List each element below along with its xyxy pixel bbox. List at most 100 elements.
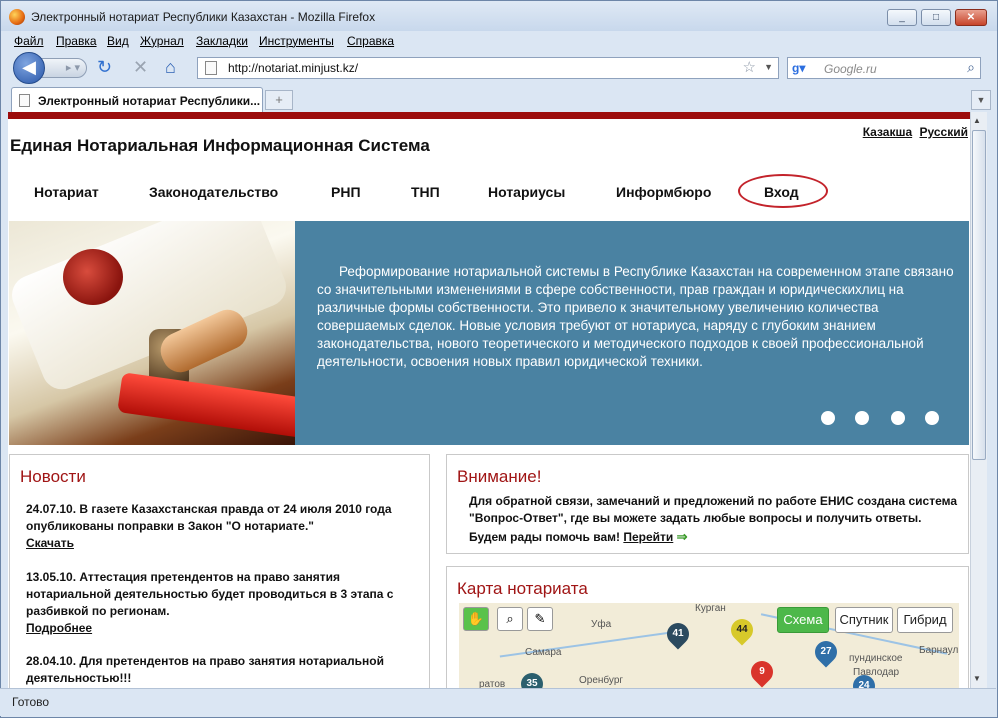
page-content: Казакша Русский Единая Нотариальная Инфо…: [8, 112, 970, 688]
nav-infobureau[interactable]: Информбюро: [616, 184, 711, 200]
marker-count: 9: [759, 666, 765, 677]
attention-cta-prefix: Будем рады помочь вам!: [469, 530, 621, 544]
scroll-up-icon[interactable]: ▲: [973, 116, 981, 125]
language-switcher: Казакша Русский: [859, 125, 968, 139]
new-tab-button[interactable]: +: [265, 90, 293, 110]
attention-panel: Внимание! Для обратной связи, замечаний …: [446, 454, 969, 554]
login-highlight: [738, 174, 828, 208]
url-text[interactable]: http://notariat.minjust.kz/: [228, 61, 358, 75]
map-label: Уфа: [591, 619, 612, 630]
lang-russian-link[interactable]: Русский: [920, 125, 969, 139]
menu-help[interactable]: Справка: [347, 34, 394, 48]
search-placeholder[interactable]: Google.ru: [824, 62, 877, 76]
map-canvas[interactable]: Курган Уфа Самара Оренбург Барнаул Павло…: [459, 603, 959, 688]
news-item: 13.05.10. Аттестация претендентов на пра…: [26, 569, 418, 637]
news-item-text: 13.05.10. Аттестация претендентов на пра…: [26, 570, 394, 618]
news-item: 28.04.10. Для претендентов на право заня…: [26, 653, 418, 687]
menu-file[interactable]: Файл: [14, 34, 44, 48]
stop-icon[interactable]: ✕: [133, 57, 148, 78]
scroll-thumb[interactable]: [972, 130, 986, 460]
status-bar: Готово: [0, 688, 996, 716]
search-bar[interactable]: g▾ Google.ru ⌕: [787, 57, 981, 79]
attention-heading: Внимание!: [457, 467, 542, 486]
map-type-hybrid[interactable]: Гибрид: [897, 607, 953, 633]
nav-notaries[interactable]: Нотариусы: [488, 184, 565, 200]
attention-cta: Будем рады помочь вам! Перейти ⇒: [469, 529, 688, 545]
site-title: Единая Нотариальная Информационная Систе…: [10, 136, 430, 155]
banner: Реформирование нотариальной системы в Ре…: [9, 221, 969, 445]
marker-count: 35: [526, 678, 538, 688]
map-type-satellite[interactable]: Спутник: [835, 607, 893, 633]
bookmark-star-icon[interactable]: ☆: [743, 58, 756, 76]
reload-icon[interactable]: ↻: [97, 57, 112, 78]
attention-text: Для обратной связи, замечаний и предложе…: [469, 494, 958, 525]
page-icon: [205, 61, 217, 75]
wax-seal-graphic: [63, 249, 123, 305]
arrow-right-icon: ⇒: [676, 529, 688, 544]
minimize-button[interactable]: _: [887, 9, 917, 26]
nav-notariat[interactable]: Нотариат: [34, 184, 99, 200]
nav-tnp[interactable]: ТНП: [411, 184, 440, 200]
tab-list-icon[interactable]: ▼: [971, 90, 991, 110]
map-label: пундинское: [849, 653, 903, 664]
url-bar[interactable]: http://notariat.minjust.kz/ ☆ ▼: [197, 57, 779, 79]
news-item-text: 24.07.10. В газете Казахстанская правда …: [26, 502, 392, 533]
vertical-scrollbar[interactable]: ▲ ▼: [970, 112, 987, 688]
wax-stick-graphic: [117, 372, 295, 440]
news-item: 24.07.10. В газете Казахстанская правда …: [26, 501, 418, 552]
window-title: Электронный нотариат Республики Казахста…: [31, 10, 376, 24]
banner-text: Реформирование нотариальной системы в Ре…: [317, 264, 954, 369]
nav-legislation[interactable]: Законодательство: [149, 184, 278, 200]
menu-edit[interactable]: Правка: [56, 34, 97, 48]
menu-bar: Файл Правка Вид Журнал Закладки Инструме…: [1, 31, 997, 51]
title-bar: Электронный нотариат Республики Казахста…: [1, 1, 997, 31]
menu-view[interactable]: Вид: [107, 34, 129, 48]
lang-kazakh-link[interactable]: Казакша: [863, 125, 912, 139]
tab-title: Электронный нотариат Республики...: [38, 94, 261, 108]
map-marker[interactable]: 9: [746, 656, 778, 688]
map-marker[interactable]: 35: [516, 668, 548, 688]
news-more-link[interactable]: Подробнее: [26, 620, 418, 637]
firefox-icon: [9, 9, 25, 25]
google-icon[interactable]: g▾: [792, 61, 808, 77]
zoom-area-icon[interactable]: ⌕: [497, 607, 523, 631]
page-icon: [19, 94, 30, 107]
slide-dot-1[interactable]: [821, 411, 835, 425]
news-item-text: 28.04.10. Для претендентов на право заня…: [26, 654, 384, 685]
goto-link[interactable]: Перейти: [623, 530, 673, 544]
home-icon[interactable]: ⌂: [165, 57, 176, 78]
menu-history[interactable]: Журнал: [140, 34, 184, 48]
back-button[interactable]: ◀: [13, 52, 45, 84]
map-marker[interactable]: 27: [810, 636, 842, 668]
close-button[interactable]: ✕: [955, 9, 987, 26]
map-label: ратов: [479, 679, 506, 688]
marker-count: 27: [820, 646, 832, 657]
map-marker[interactable]: 41: [662, 618, 694, 650]
news-heading: Новости: [20, 467, 86, 486]
slide-dot-3[interactable]: [891, 411, 905, 425]
map-marker[interactable]: 44: [726, 614, 758, 646]
map-type-scheme[interactable]: Схема: [777, 607, 829, 633]
slide-dot-2[interactable]: [855, 411, 869, 425]
map-label: Курган: [695, 603, 726, 614]
slide-dot-4[interactable]: [925, 411, 939, 425]
news-download-link[interactable]: Скачать: [26, 535, 418, 552]
header-stripe: [8, 112, 970, 119]
marker-count: 41: [672, 628, 684, 639]
map-label: Оренбург: [579, 675, 624, 686]
url-dropdown-icon[interactable]: ▼: [764, 62, 773, 72]
tab-bar: Электронный нотариат Республики... + ▼: [1, 85, 997, 113]
map-heading: Карта нотариата: [457, 579, 588, 598]
search-icon[interactable]: ⌕: [967, 59, 975, 76]
forward-button[interactable]: ▸ ▾: [41, 58, 87, 78]
navigation-toolbar: ▸ ▾ ◀ ↻ ✕ ⌂ http://notariat.minjust.kz/ …: [1, 51, 997, 85]
maximize-button[interactable]: □: [921, 9, 951, 26]
menu-bookmarks[interactable]: Закладки: [196, 34, 248, 48]
menu-tools[interactable]: Инструменты: [259, 34, 334, 48]
ruler-icon[interactable]: ✎: [527, 607, 553, 631]
nav-rnp[interactable]: РНП: [331, 184, 361, 200]
tab-active[interactable]: Электронный нотариат Республики...: [11, 87, 263, 113]
scroll-down-icon[interactable]: ▼: [973, 674, 981, 683]
pan-hand-icon[interactable]: ✋: [463, 607, 489, 631]
map-label: Барнаул: [919, 645, 959, 656]
